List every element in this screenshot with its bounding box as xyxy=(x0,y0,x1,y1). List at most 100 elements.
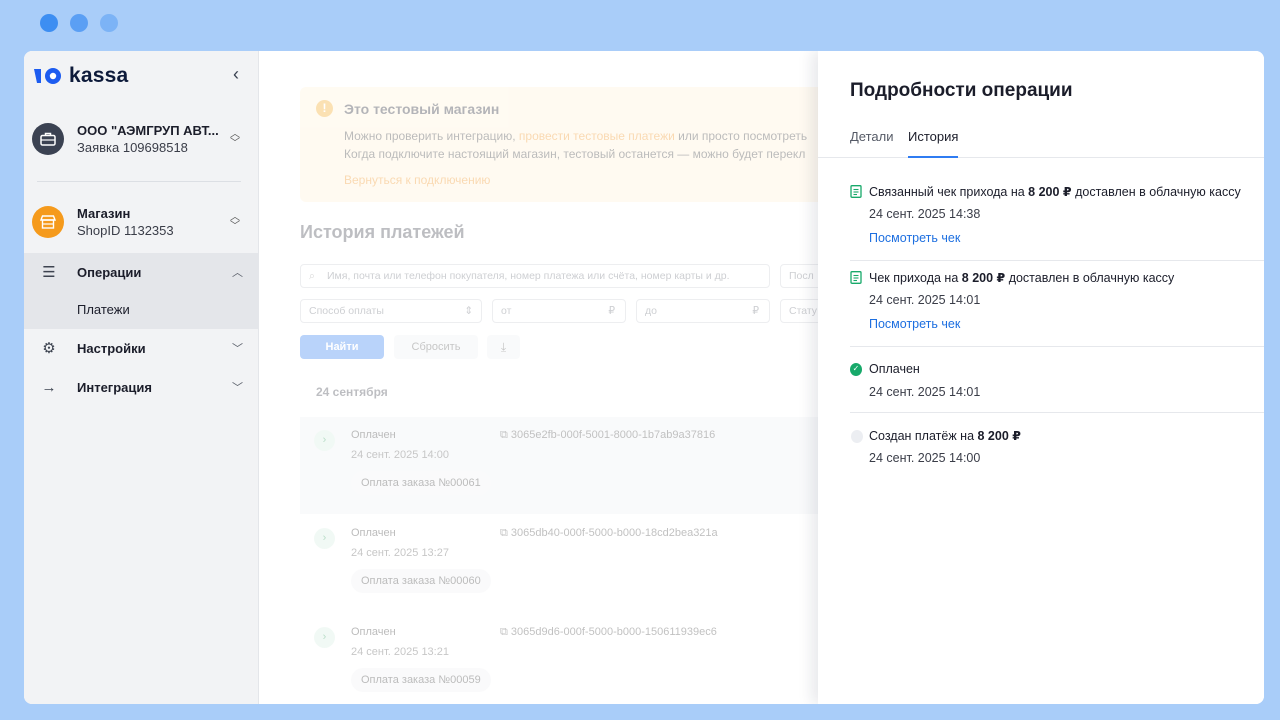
payment-row[interactable]: › Оплачен 24 сент. 2025 13:27 Оплата зак… xyxy=(300,515,860,612)
ruble-icon: ₽ xyxy=(608,305,615,317)
logo[interactable]: kassa xyxy=(32,64,128,88)
test-payments-link[interactable]: провести тестовые платежи xyxy=(519,129,675,143)
alert-body: Можно проверить интеграцию, провести тес… xyxy=(344,129,808,161)
reset-button[interactable]: Сбросить xyxy=(394,335,478,359)
window-minimize-dot[interactable] xyxy=(70,14,88,32)
company-selector[interactable]: ООО "АЭМГРУП АВТ... Заявка 109698518 ︿ ﹀ xyxy=(32,115,247,163)
history-event: Связанный чек прихода на 8 200 ₽ доставл… xyxy=(850,181,1264,261)
event-text: Создан платёж на 8 200 ₽ xyxy=(869,429,1021,443)
sidebar: kassa ‹ ООО "АЭМГРУП АВТ... Заявка 10969… xyxy=(24,51,259,704)
company-application: Заявка 109698518 xyxy=(77,139,188,155)
amount-from-input[interactable]: от ₽ xyxy=(492,299,626,323)
payment-id[interactable]: ⧉ 3065db40-000f-5000-b000-18cd2bea321a xyxy=(500,527,718,540)
date-group-header: 24 сентября xyxy=(316,385,388,399)
chevron-down-icon: ﹀ xyxy=(232,343,243,355)
payment-order-tag: Оплата заказа №00061 xyxy=(351,471,491,495)
chevron-right-icon: › xyxy=(314,430,335,451)
payment-row[interactable]: › Оплачен 24 сент. 2025 14:00 Оплата зак… xyxy=(300,417,860,514)
payment-date: 24 сент. 2025 13:27 xyxy=(351,547,449,559)
chevron-down-icon: ﹀ xyxy=(232,382,243,394)
payment-method-select[interactable]: Способ оплаты ⇕ xyxy=(300,299,482,323)
ruble-icon: ₽ xyxy=(752,305,759,317)
chevron-updown-icon: ︿ ﹀ xyxy=(230,212,240,232)
payment-date: 24 сент. 2025 13:21 xyxy=(351,646,449,658)
list-icon: ☰ xyxy=(42,264,56,281)
payment-status: Оплачен xyxy=(351,527,396,539)
page-title: История платежей xyxy=(300,222,465,242)
history-event: Чек прихода на 8 200 ₽ доставлен в облач… xyxy=(850,267,1264,347)
payment-status: Оплачен xyxy=(351,626,396,638)
payment-row[interactable]: › Оплачен 24 сент. 2025 13:21 Оплата зак… xyxy=(300,614,860,704)
dot-icon xyxy=(851,430,863,443)
chevron-updown-icon: ⇕ xyxy=(464,305,473,317)
chevron-left-icon: ‹ xyxy=(233,64,239,84)
yookassa-logo-icon xyxy=(34,68,61,84)
shop-name: Магазин xyxy=(77,205,131,221)
briefcase-icon xyxy=(32,123,64,155)
panel-title: Подробности операции xyxy=(850,80,1073,101)
gear-icon: ⚙ xyxy=(42,340,56,357)
download-button[interactable]: ⤓ xyxy=(487,335,520,359)
window-maximize-dot[interactable] xyxy=(100,14,118,32)
search-icon: ⌕ xyxy=(309,270,315,282)
tab-history[interactable]: История xyxy=(908,129,959,158)
history-event: ✓ Оплачен 24 сент. 2025 14:01 xyxy=(850,359,1264,413)
shop-id: ShopID 1132353 xyxy=(77,222,174,238)
payments-main: ! Это тестовый магазин Можно проверить и… xyxy=(260,51,860,704)
arrow-right-icon: → xyxy=(41,378,57,396)
payment-order-tag: Оплата заказа №00059 xyxy=(351,668,491,692)
store-icon xyxy=(32,206,64,238)
chevron-right-icon: › xyxy=(314,627,335,648)
event-text: Чек прихода на 8 200 ₽ доставлен в облач… xyxy=(869,271,1175,285)
tab-details[interactable]: Детали xyxy=(850,129,894,158)
download-icon: ⤓ xyxy=(500,340,507,354)
chevron-up-icon: ︿ xyxy=(232,267,243,279)
chevron-updown-icon: ︿ ﹀ xyxy=(230,129,240,149)
receipt-icon xyxy=(850,271,862,284)
event-text: Связанный чек прихода на 8 200 ₽ доставл… xyxy=(869,185,1241,199)
event-date: 24 сент. 2025 14:38 xyxy=(869,207,981,221)
event-date: 24 сент. 2025 14:01 xyxy=(869,385,981,399)
payment-status: Оплачен xyxy=(351,429,396,441)
find-button[interactable]: Найти xyxy=(300,335,384,359)
sidebar-item-label: Интеграция xyxy=(77,379,152,395)
payment-order-tag: Оплата заказа №00060 xyxy=(351,569,491,593)
sidebar-item-label: Операции xyxy=(77,264,142,280)
sidebar-item-label: Настройки xyxy=(77,340,146,356)
logo-text: kassa xyxy=(69,64,129,87)
history-event: Создан платёж на 8 200 ₽ 24 сент. 2025 1… xyxy=(850,425,1264,479)
alert-title: Это тестовый магазин xyxy=(344,101,500,117)
panel-tabs: Детали История xyxy=(818,129,1264,158)
sidebar-item-operations[interactable]: ☰ Операции ︿ xyxy=(24,253,259,291)
event-text: Оплачен xyxy=(869,362,920,376)
view-receipt-link[interactable]: Посмотреть чек xyxy=(869,231,960,245)
sidebar-divider xyxy=(37,181,241,182)
copy-icon: ⧉ xyxy=(500,626,511,638)
app-window: kassa ‹ ООО "АЭМГРУП АВТ... Заявка 10969… xyxy=(24,51,1264,704)
sidebar-item-payments[interactable]: Платежи xyxy=(24,291,259,329)
receipt-icon xyxy=(850,185,862,198)
payment-date: 24 сент. 2025 14:00 xyxy=(351,449,449,461)
operation-details-panel: Подробности операции Детали История Связ… xyxy=(818,51,1264,704)
warning-icon: ! xyxy=(316,100,333,117)
window-close-dot[interactable] xyxy=(40,14,58,32)
copy-icon: ⧉ xyxy=(500,429,511,441)
company-name: ООО "АЭМГРУП АВТ... xyxy=(77,122,219,138)
view-receipt-link[interactable]: Посмотреть чек xyxy=(869,317,960,331)
payment-id[interactable]: ⧉ 3065e2fb-000f-5001-8000-1b7ab9a37816 xyxy=(500,429,715,442)
event-date: 24 сент. 2025 14:00 xyxy=(869,451,981,465)
sidebar-item-integration[interactable]: → Интеграция ﹀ xyxy=(24,368,259,406)
amount-to-input[interactable]: до ₽ xyxy=(636,299,770,323)
window-controls xyxy=(40,14,118,32)
search-input[interactable]: ⌕ Имя, почта или телефон покупателя, ном… xyxy=(300,264,770,288)
sidebar-item-settings[interactable]: ⚙ Настройки ﹀ xyxy=(24,329,259,367)
check-circle-icon: ✓ xyxy=(850,363,862,376)
copy-icon: ⧉ xyxy=(500,527,511,539)
collapse-sidebar-button[interactable]: ‹ xyxy=(228,64,244,84)
event-date: 24 сент. 2025 14:01 xyxy=(869,293,981,307)
back-to-connection-link[interactable]: Вернуться к подключению xyxy=(344,173,490,187)
chevron-right-icon: › xyxy=(314,528,335,549)
shop-selector[interactable]: Магазин ShopID 1132353 ︿ ﹀ xyxy=(32,198,247,246)
test-shop-alert: ! Это тестовый магазин Можно проверить и… xyxy=(300,87,860,202)
payment-id[interactable]: ⧉ 3065d9d6-000f-5000-b000-150611939ec6 xyxy=(500,626,717,639)
